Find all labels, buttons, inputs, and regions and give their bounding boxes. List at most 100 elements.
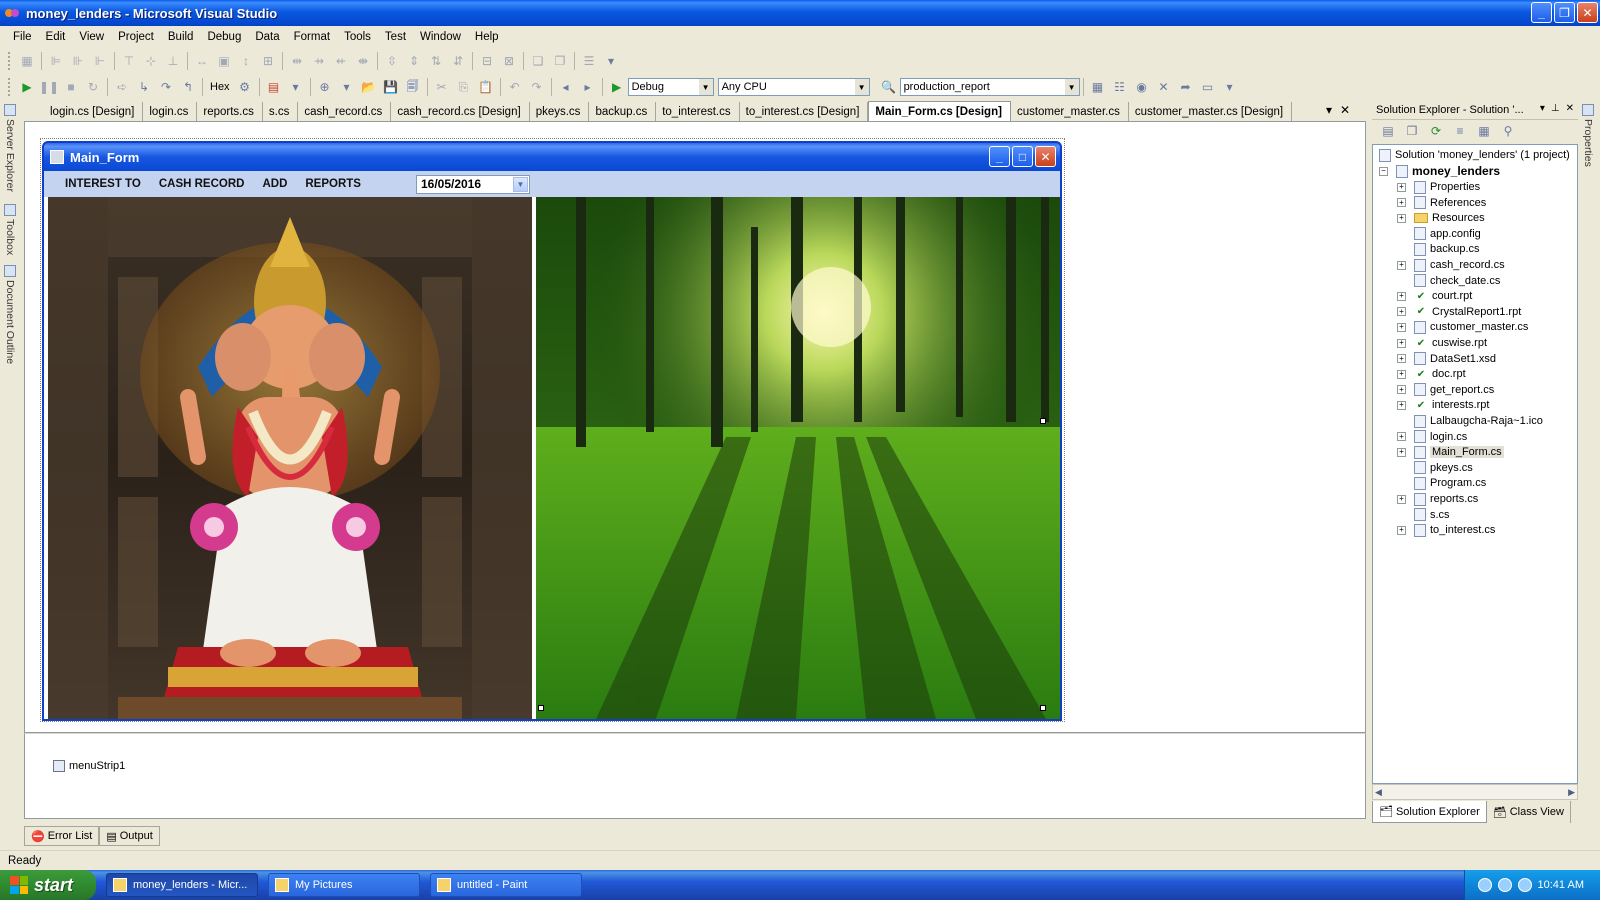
tab-reports-cs[interactable]: reports.cs: [197, 102, 263, 121]
save-icon[interactable]: 💾: [380, 77, 402, 97]
size-to-grid-icon[interactable]: ▣: [213, 51, 235, 71]
expand-icon[interactable]: +: [1397, 369, 1406, 379]
view-code-icon[interactable]: ≡: [1450, 121, 1470, 141]
start-button[interactable]: start: [0, 870, 96, 900]
tree-item[interactable]: + to_interest.cs: [1397, 522, 1495, 538]
tree-item[interactable]: Program.cs: [1397, 475, 1486, 491]
form-menu-cash-record[interactable]: CASH RECORD: [150, 178, 254, 190]
same-width-icon[interactable]: ↔: [191, 51, 213, 71]
properties-window-icon[interactable]: ☷: [1109, 77, 1131, 97]
view-designer-icon[interactable]: ▦: [1474, 121, 1494, 141]
scroll-left-icon[interactable]: ◀: [1375, 787, 1382, 798]
expand-icon[interactable]: +: [1397, 260, 1406, 270]
view-class-diagram-icon[interactable]: ⚲: [1498, 121, 1518, 141]
expand-icon[interactable]: +: [1397, 291, 1406, 301]
taskbar-item-paint[interactable]: untitled - Paint: [430, 873, 582, 897]
tab-output[interactable]: ▤ Output: [99, 826, 160, 846]
navigate-backward-icon[interactable]: ◂: [555, 77, 577, 97]
restore-button[interactable]: ❐: [1554, 2, 1575, 23]
tray-arrow-icon[interactable]: [1477, 878, 1492, 892]
form-close-button[interactable]: ✕: [1035, 146, 1056, 167]
tree-item[interactable]: + Main_Form.cs: [1397, 444, 1504, 460]
align-tops-icon[interactable]: ⊤: [118, 51, 140, 71]
redo-icon[interactable]: ↷: [526, 77, 548, 97]
tab-cash-record-design[interactable]: cash_record.cs [Design]: [391, 102, 530, 121]
step-into-icon[interactable]: ↳: [133, 77, 155, 97]
main-form-title-bar[interactable]: Main_Form _ □ ✕: [44, 143, 1060, 171]
properties-icon[interactable]: ▤: [1378, 121, 1398, 141]
main-form-preview[interactable]: Main_Form _ □ ✕ INTEREST TO CASH RECORD …: [42, 141, 1062, 721]
align-bottoms-icon[interactable]: ⊥: [162, 51, 184, 71]
tree-item[interactable]: check_date.cs: [1397, 273, 1500, 289]
expand-icon[interactable]: +: [1397, 338, 1406, 348]
stop-debugging-icon[interactable]: ■: [60, 77, 82, 97]
expand-icon[interactable]: +: [1397, 213, 1406, 223]
v-spacing-remove-icon[interactable]: ⇵: [447, 51, 469, 71]
tree-item[interactable]: + ✔ doc.rpt: [1397, 366, 1466, 382]
refresh-icon[interactable]: ⟳: [1426, 121, 1446, 141]
expand-icon[interactable]: +: [1397, 307, 1406, 317]
volume-icon[interactable]: [1517, 878, 1532, 892]
tab-cash-record-cs[interactable]: cash_record.cs: [298, 102, 392, 121]
find-combo[interactable]: production_report ▼: [899, 78, 1080, 96]
menu-data[interactable]: Data: [248, 31, 286, 43]
h-spacing-decrease-icon[interactable]: ⇷: [330, 51, 352, 71]
toolbar-options-icon[interactable]: ▾: [1219, 77, 1241, 97]
menu-file[interactable]: File: [6, 31, 39, 43]
tree-item[interactable]: + ✔ court.rpt: [1397, 288, 1472, 304]
solution-explorer-icon[interactable]: ▦: [1087, 77, 1109, 97]
expand-icon[interactable]: +: [1397, 525, 1406, 535]
h-spacing-increase-icon[interactable]: ⇸: [308, 51, 330, 71]
tab-login-cs[interactable]: login.cs: [143, 102, 198, 121]
tab-error-list[interactable]: ⛔ Error List: [24, 826, 100, 846]
v-spacing-decrease-icon[interactable]: ⇅: [425, 51, 447, 71]
solution-configuration-select[interactable]: Debug ▼: [627, 78, 714, 96]
tree-item[interactable]: + Properties: [1397, 179, 1480, 195]
tree-item[interactable]: s.cs: [1397, 507, 1450, 523]
expand-icon[interactable]: +: [1397, 182, 1406, 192]
show-next-statement-icon[interactable]: ➪: [111, 77, 133, 97]
center-vertically-icon[interactable]: ⊠: [498, 51, 520, 71]
align-middles-icon[interactable]: ⊹: [140, 51, 162, 71]
tab-login-design[interactable]: login.cs [Design]: [44, 102, 144, 121]
tab-backup-cs[interactable]: backup.cs: [589, 102, 657, 121]
tree-item[interactable]: + ✔ interests.rpt: [1397, 397, 1489, 413]
tree-item[interactable]: + ✔ CrystalReport1.rpt: [1397, 304, 1521, 320]
resize-handle-bottom-right[interactable]: [1040, 705, 1046, 711]
expand-icon[interactable]: +: [1397, 322, 1406, 332]
expand-icon[interactable]: +: [1397, 385, 1406, 395]
tree-item[interactable]: Lalbaugcha-Raja~1.ico: [1397, 413, 1543, 429]
form-menu-reports[interactable]: REPORTS: [296, 178, 370, 190]
tree-item[interactable]: pkeys.cs: [1397, 460, 1473, 476]
tab-customer-master-design[interactable]: customer_master.cs [Design]: [1129, 102, 1293, 121]
dropdown-arrow-icon[interactable]: ▾: [336, 77, 358, 97]
add-new-item-icon[interactable]: ⊕: [314, 77, 336, 97]
expand-icon[interactable]: +: [1397, 354, 1406, 364]
tree-item[interactable]: + Resources: [1397, 210, 1485, 226]
tab-customer-master-cs[interactable]: customer_master.cs: [1011, 102, 1129, 121]
tab-main-form-design[interactable]: Main_Form.cs [Design]: [868, 101, 1011, 121]
new-project-icon[interactable]: ▤: [263, 77, 285, 97]
menu-debug[interactable]: Debug: [200, 31, 248, 43]
find-in-files-icon[interactable]: 🔍: [878, 77, 900, 97]
tab-order-icon[interactable]: ☰: [578, 51, 600, 71]
tree-item[interactable]: + login.cs: [1397, 429, 1467, 445]
menu-view[interactable]: View: [72, 31, 111, 43]
align-rights-icon[interactable]: ⊩: [89, 51, 111, 71]
window-position-dropdown-icon[interactable]: ▾: [1540, 103, 1545, 114]
expand-icon[interactable]: +: [1397, 198, 1406, 208]
tab-pkeys-cs[interactable]: pkeys.cs: [530, 102, 590, 121]
bring-to-front-icon[interactable]: ❏: [527, 51, 549, 71]
align-to-grid-icon[interactable]: ▦: [16, 51, 38, 71]
document-outline-tab[interactable]: Document Outline: [2, 265, 18, 364]
tree-item[interactable]: + customer_master.cs: [1397, 319, 1528, 335]
form-minimize-button[interactable]: _: [989, 146, 1010, 167]
horizontal-scrollbar[interactable]: ◀ ▶: [1372, 784, 1578, 800]
server-explorer-tab[interactable]: Server Explorer: [2, 104, 18, 192]
solution-node[interactable]: Solution 'money_lenders' (1 project): [1379, 147, 1570, 163]
collapse-icon[interactable]: −: [1379, 166, 1388, 176]
form-menu-interest-to[interactable]: INTEREST TO: [56, 178, 150, 190]
align-lefts-icon[interactable]: ⊫: [45, 51, 67, 71]
tab-to-interest-cs[interactable]: to_interest.cs: [656, 102, 740, 121]
restart-icon[interactable]: ↻: [82, 77, 104, 97]
